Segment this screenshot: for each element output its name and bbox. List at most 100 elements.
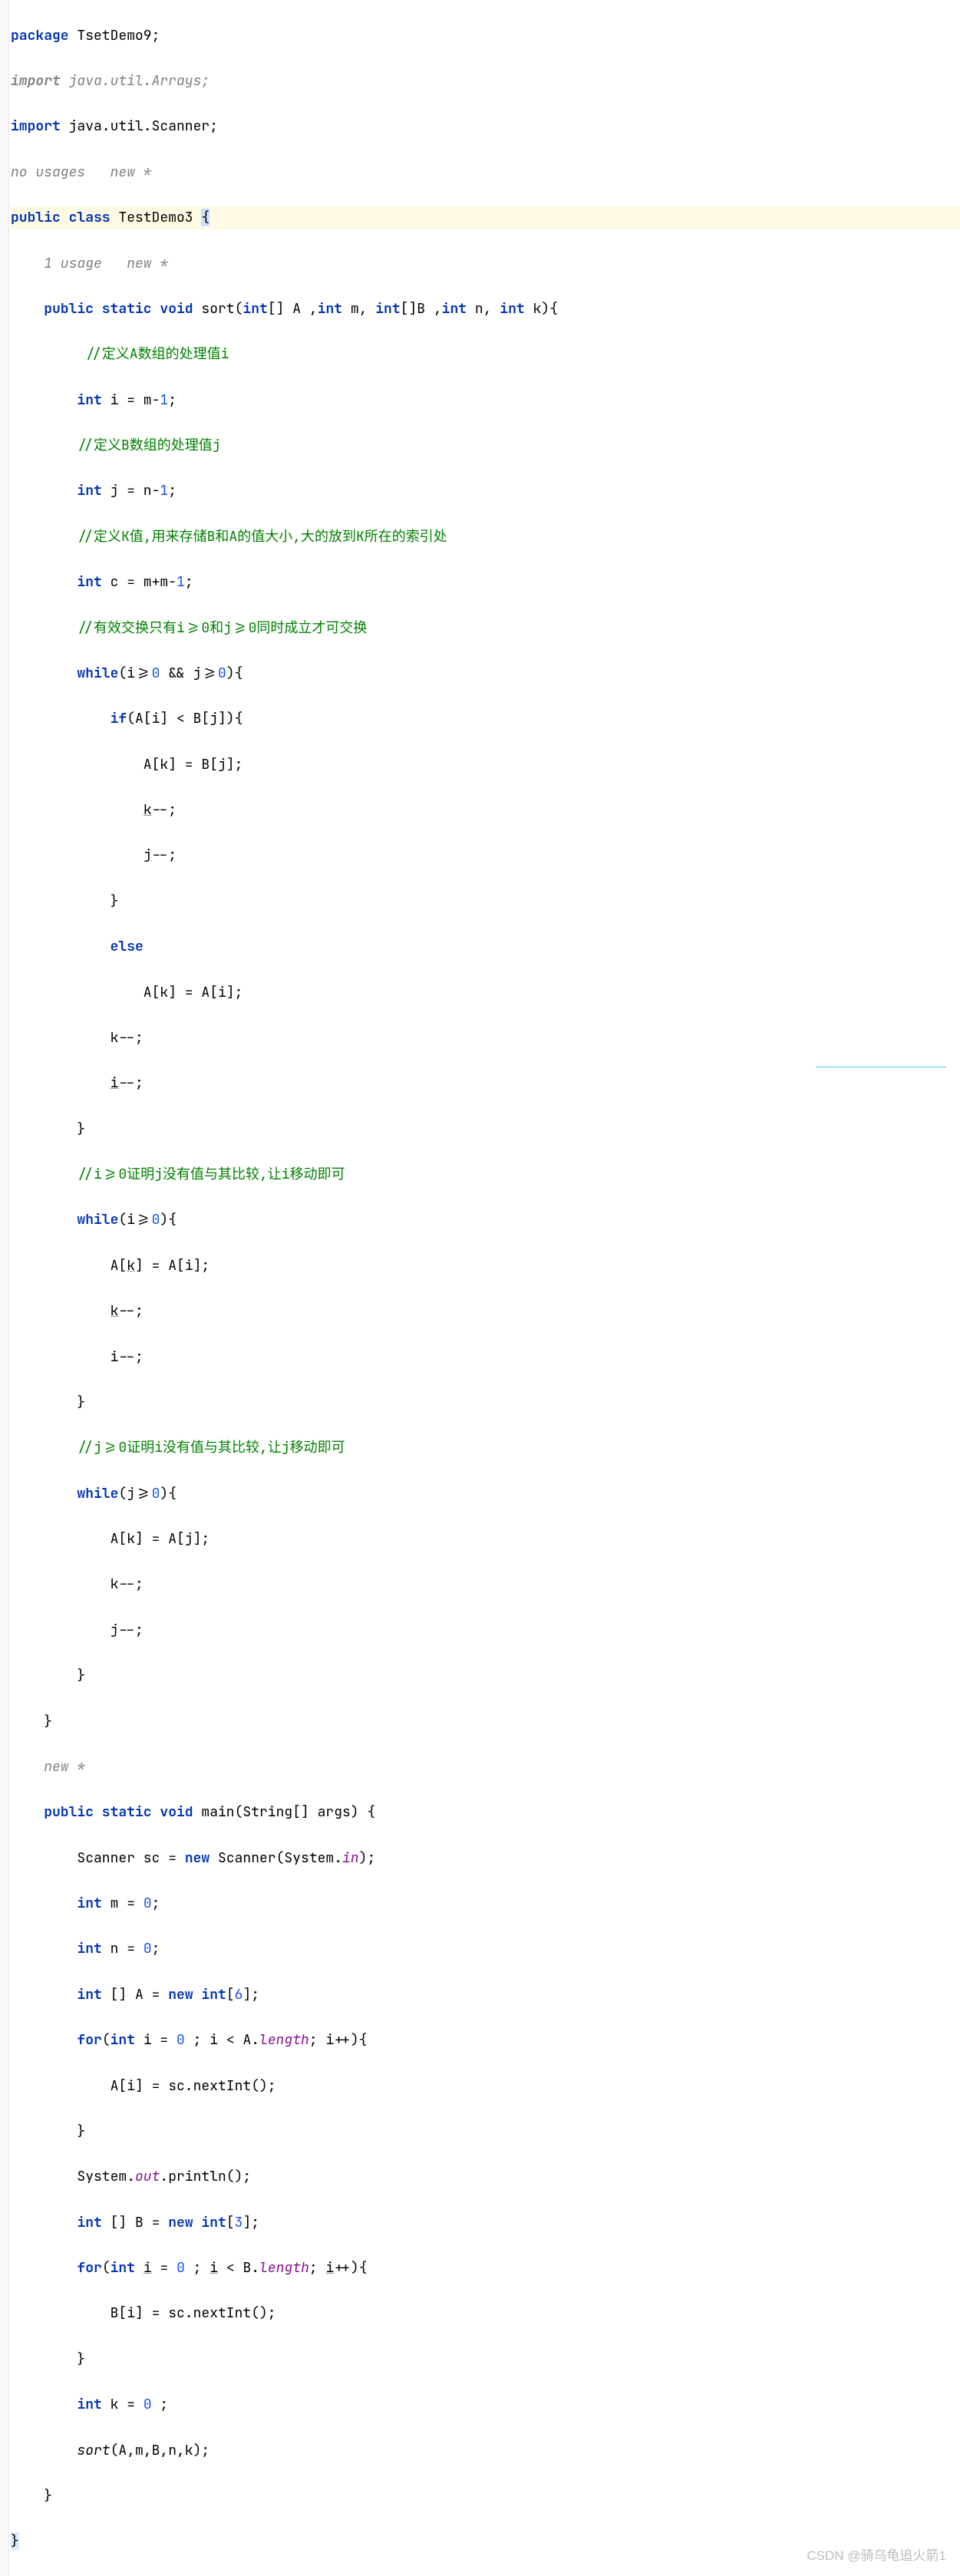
- number: 0: [144, 1895, 152, 1912]
- code-text: --;: [152, 801, 176, 819]
- code-text: A[: [11, 1257, 127, 1275]
- code-text: A[k] = A[i];: [11, 981, 960, 1004]
- usage-hint: 1 usage new *: [11, 252, 960, 275]
- keyword: while: [11, 1211, 118, 1229]
- field: in: [342, 1849, 359, 1867]
- code-text: }: [11, 1710, 960, 1733]
- code-text: TsetDemo9;: [69, 27, 160, 45]
- code-text: [11, 1074, 111, 1092]
- code-text: );: [359, 1849, 376, 1867]
- field: length: [259, 2259, 309, 2277]
- code-text: }: [11, 2120, 960, 2143]
- code-text: i =: [135, 2031, 176, 2049]
- code-text: }: [11, 2348, 960, 2371]
- code-text: [] A =: [102, 1986, 168, 2004]
- code-text: ){: [226, 665, 243, 682]
- code-text: ];: [242, 1986, 259, 2004]
- keyword: int: [242, 300, 267, 318]
- code-text: ;: [185, 2259, 209, 2277]
- code-text: }: [11, 1118, 960, 1141]
- keyword: int: [442, 300, 467, 318]
- code-editor[interactable]: package TsetDemo9; import java.util.Arra…: [0, 0, 960, 2576]
- number: 1: [160, 482, 168, 500]
- code-text: ;: [152, 1940, 160, 1958]
- keyword: for: [11, 2031, 102, 2049]
- code-text: java.util.Scanner;: [61, 117, 218, 135]
- keyword: new int: [168, 1986, 226, 2004]
- keyword: new int: [168, 2214, 226, 2231]
- keyword: if: [11, 710, 127, 727]
- param: m,: [342, 300, 375, 318]
- code-text: [11, 2442, 77, 2459]
- code-text: A[k] = A[j];: [11, 1528, 960, 1551]
- code-text: (A[i] < B[j]){: [127, 710, 242, 727]
- keyword: int: [375, 300, 400, 318]
- method-name: main(String[] args) {: [193, 1803, 376, 1821]
- var: i: [111, 1074, 119, 1092]
- number: 0: [218, 665, 226, 682]
- code-text: ; i++){: [309, 2031, 368, 2049]
- keyword: int: [111, 2031, 135, 2049]
- keyword: for: [11, 2259, 102, 2277]
- keyword: int: [11, 573, 102, 591]
- keyword: int: [11, 2214, 102, 2231]
- var: k: [111, 1302, 119, 1320]
- number: 0: [144, 2396, 152, 2413]
- keyword: int: [11, 482, 102, 500]
- keyword: int: [318, 300, 342, 318]
- class-name: TestDemo3: [111, 209, 202, 226]
- keyword: int: [11, 1895, 102, 1912]
- code-text: ;: [185, 573, 193, 591]
- keyword: while: [11, 1485, 118, 1502]
- keyword: int: [11, 391, 102, 409]
- code-text: ){: [160, 1211, 176, 1229]
- code-text: ;: [168, 482, 176, 500]
- method-call: sort: [77, 2442, 110, 2459]
- number: 3: [235, 2214, 243, 2231]
- number: 1: [160, 391, 168, 409]
- number: 0: [152, 1485, 160, 1502]
- comment: //有效交换只有i>=0和j>=0同时成立才可交换: [11, 617, 960, 640]
- brace: {: [201, 209, 209, 226]
- code-text: (j>=: [118, 1485, 151, 1502]
- param: n,: [467, 300, 500, 318]
- keyword: package: [11, 27, 69, 45]
- code-text: A[k] = B[j];: [11, 754, 960, 777]
- code-text: [: [226, 1986, 235, 2004]
- code-text: }: [11, 1391, 960, 1414]
- code-text: ;: [309, 2259, 326, 2277]
- code-text: [: [226, 2214, 235, 2231]
- keyword: new: [185, 1849, 209, 1867]
- code-text: k =: [102, 2396, 144, 2413]
- code-text: ;: [152, 1895, 160, 1912]
- code-text: k--;: [11, 1027, 960, 1050]
- code-text: --;: [118, 1074, 143, 1092]
- field: out: [135, 2168, 160, 2185]
- var: k: [127, 1257, 135, 1275]
- number: 0: [176, 2259, 185, 2277]
- number: 6: [235, 1986, 243, 2004]
- unused-import: java.util.Arrays;: [61, 72, 209, 90]
- code-text: .println();: [160, 2168, 251, 2185]
- code-text: ];: [242, 2214, 259, 2231]
- code-text: ;: [168, 391, 176, 409]
- code-text: [11, 1302, 111, 1320]
- code-text: (i>=: [118, 1211, 151, 1229]
- code-text: [135, 2259, 144, 2277]
- number: 0: [176, 2031, 185, 2049]
- keyword: import: [11, 72, 61, 90]
- keyword: public static void: [11, 1803, 193, 1821]
- keyword: import: [11, 117, 61, 135]
- code-text: c = m+m-: [102, 573, 176, 591]
- comment: //定义K值,用来存储B和A的值大小,大的放到K所在的索引处: [11, 526, 960, 549]
- code-text: ] = A[i];: [135, 1257, 209, 1275]
- var: i: [326, 2259, 335, 2277]
- keyword: public static void: [11, 300, 193, 318]
- keyword: int: [111, 2259, 135, 2277]
- keyword: else: [11, 938, 144, 955]
- method-name: sort(: [193, 300, 243, 318]
- watermark: CSDN @骑乌龟追火箭1: [807, 2545, 946, 2567]
- number: 1: [176, 573, 185, 591]
- param: [] A ,: [268, 300, 318, 318]
- var: i: [144, 2259, 152, 2277]
